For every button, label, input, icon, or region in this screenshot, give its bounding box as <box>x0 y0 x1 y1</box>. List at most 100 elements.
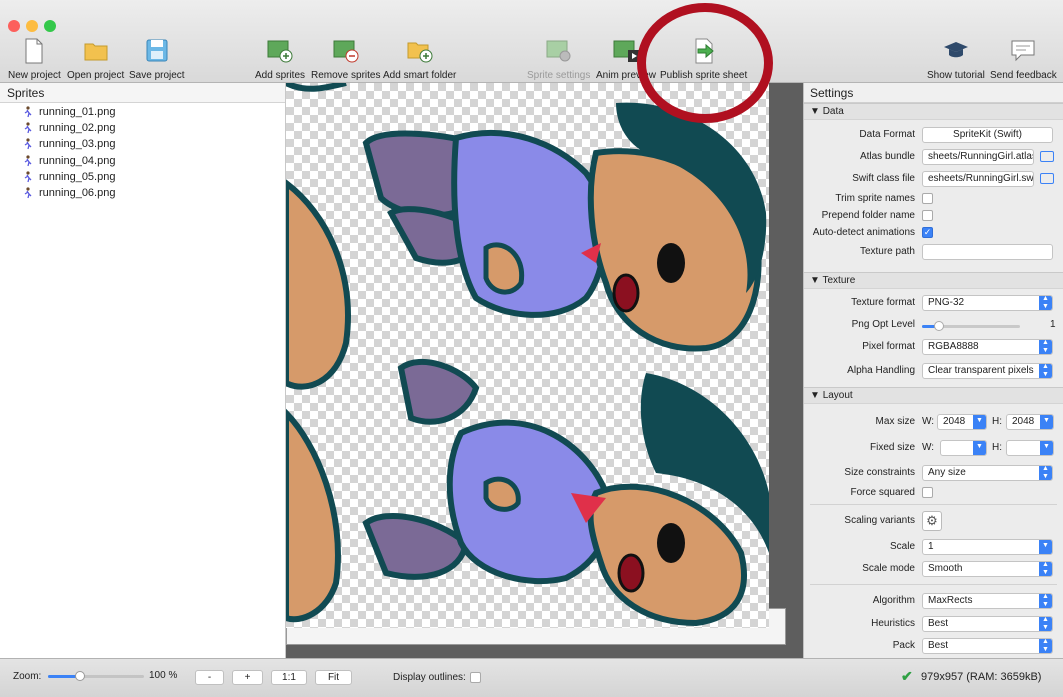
trim-names-checkbox[interactable] <box>922 193 933 204</box>
auto-detect-row: Auto-detect animations ✓ <box>804 225 1063 242</box>
trim-names-label: Trim sprite names <box>835 193 915 204</box>
pack-value: Best <box>928 640 949 651</box>
sprite-list-item[interactable]: running_04.png <box>0 153 285 169</box>
algorithm-label: Algorithm <box>872 595 915 606</box>
scaling-variants-label: Scaling variants <box>844 515 915 526</box>
max-width-value: 2048 <box>943 416 966 427</box>
texture-path-label: Texture path <box>859 246 915 257</box>
texture-path-row: Texture path <box>804 242 1063 264</box>
data-section-label: Data <box>822 106 844 117</box>
settings-panel: Settings ▼ Data Data Format SpriteKit (S… <box>803 83 1063 658</box>
max-height-select[interactable]: 2048 ▼ <box>1006 414 1054 430</box>
force-squared-row: Force squared <box>804 483 1063 503</box>
prepend-folder-row: Prepend folder name <box>804 208 1063 225</box>
sprite-settings-button[interactable]: Sprite settings <box>527 38 590 81</box>
minimize-window-button[interactable] <box>26 20 38 32</box>
slider-knob[interactable] <box>934 321 944 331</box>
prepend-folder-checkbox[interactable] <box>922 210 933 221</box>
fixed-size-label: Fixed size <box>869 442 915 453</box>
save-project-label: Save project <box>129 70 185 81</box>
png-opt-slider[interactable] <box>922 321 1020 331</box>
running-figure-icon <box>24 154 32 166</box>
prepend-folder-label: Prepend folder name <box>821 210 915 221</box>
max-width-select[interactable]: 2048 ▼ <box>937 414 987 430</box>
force-squared-checkbox[interactable] <box>922 487 933 498</box>
auto-detect-checkbox[interactable]: ✓ <box>922 227 933 238</box>
texture-path-field[interactable] <box>922 244 1053 260</box>
zoom-slider[interactable] <box>48 671 144 681</box>
folder-icon[interactable] <box>1040 151 1054 162</box>
new-project-label: New project <box>8 70 61 81</box>
scale-select[interactable]: 1 ▼ <box>922 539 1053 555</box>
show-tutorial-button[interactable]: Show tutorial <box>927 38 985 81</box>
data-section-header[interactable]: ▼ Data <box>804 103 1063 120</box>
close-window-button[interactable] <box>8 20 20 32</box>
texture-section-header[interactable]: ▼ Texture <box>804 272 1063 289</box>
size-constraints-select[interactable]: Any size ▲ ▼ <box>922 465 1053 481</box>
heuristics-select[interactable]: Best ▲ ▼ <box>922 616 1053 632</box>
pixel-format-select[interactable]: RGBA8888 ▲ ▼ <box>922 339 1053 355</box>
alpha-handling-select[interactable]: Clear transparent pixels ▲ ▼ <box>922 363 1053 379</box>
folder-icon[interactable] <box>1040 173 1054 184</box>
zoom-in-button[interactable]: + <box>232 670 263 685</box>
algorithm-row: Algorithm MaxRects ▲ ▼ <box>804 591 1063 614</box>
send-feedback-label: Send feedback <box>990 70 1057 81</box>
display-outlines-label: Display outlines: <box>393 672 466 683</box>
sprite-list-item[interactable]: running_05.png <box>0 169 285 185</box>
display-outlines-checkbox[interactable] <box>470 672 481 683</box>
texture-section-label: Texture <box>822 275 856 286</box>
new-project-button[interactable]: New project <box>8 38 61 81</box>
zoom-fit-button[interactable]: Fit <box>315 670 352 685</box>
atlas-bundle-field[interactable]: sheets/RunningGirl.atlasc <box>922 149 1034 165</box>
sprites-panel: Sprites running_01.png running_02.png ru… <box>0 83 286 658</box>
open-project-label: Open project <box>67 70 125 81</box>
open-project-button[interactable]: Open project <box>67 38 124 81</box>
texture-format-select[interactable]: PNG-32 ▲ ▼ <box>922 295 1053 311</box>
algorithm-value: MaxRects <box>928 595 973 606</box>
pack-select[interactable]: Best ▲ ▼ <box>922 638 1053 654</box>
checkmark-icon: ✔ <box>901 668 913 684</box>
fixed-height-select[interactable]: ▼ <box>1006 440 1054 456</box>
algorithm-select[interactable]: MaxRects ▲ ▼ <box>922 593 1053 609</box>
pixel-format-label: Pixel format <box>862 341 915 352</box>
swift-class-field[interactable]: esheets/RunningGirl.swift <box>922 171 1034 187</box>
zoom-value: 100 % <box>149 670 178 681</box>
scale-mode-label: Scale mode <box>862 563 915 574</box>
atlas-bundle-label: Atlas bundle <box>859 151 915 162</box>
send-feedback-button[interactable]: Send feedback <box>990 38 1057 81</box>
sprite-list-item[interactable]: running_02.png <box>0 120 285 136</box>
gear-icon[interactable]: ⚙ <box>922 511 942 531</box>
zoom-window-button[interactable] <box>44 20 56 32</box>
chevron-down-icon: ▼ <box>1040 415 1053 429</box>
png-opt-label: Png Opt Level <box>851 319 915 330</box>
zoom-out-button[interactable]: - <box>195 670 224 685</box>
running-figure-icon <box>24 187 32 199</box>
force-squared-label: Force squared <box>850 487 915 498</box>
layout-section-header[interactable]: ▼ Layout <box>804 387 1063 404</box>
size-constraints-label: Size constraints <box>844 467 915 478</box>
add-sprites-button[interactable]: Add sprites <box>255 38 305 81</box>
size-constraints-row: Size constraints Any size ▲ ▼ <box>804 463 1063 483</box>
slider-knob[interactable] <box>74 671 85 681</box>
sprite-list-item[interactable]: running_01.png <box>0 104 285 120</box>
zoom-actual-size-button[interactable]: 1:1 <box>271 670 307 685</box>
save-project-button[interactable]: Save project <box>129 38 185 81</box>
sprite-sheet-canvas[interactable] <box>286 83 803 658</box>
fixed-size-row: Fixed size W: ▼ H: ▼ <box>804 438 1063 463</box>
status-bar: Zoom: 100 % - + 1:1 Fit Display outlines… <box>0 658 1063 697</box>
max-width-label: W: <box>922 416 935 427</box>
remove-sprites-button[interactable]: Remove sprites <box>311 38 380 81</box>
sprite-list-item[interactable]: running_06.png <box>0 185 285 201</box>
fixed-width-select[interactable]: ▼ <box>940 440 987 456</box>
scale-mode-select[interactable]: Smooth ▲ ▼ <box>922 561 1053 577</box>
data-format-field[interactable]: SpriteKit (Swift) <box>922 127 1053 143</box>
png-opt-value: 1 <box>1050 319 1056 330</box>
scale-label: Scale <box>889 541 915 552</box>
sprite-list-item[interactable]: running_03.png <box>0 136 285 152</box>
running-figure-icon <box>24 171 32 182</box>
swift-class-row: Swift class file esheets/RunningGirl.swi… <box>804 169 1063 191</box>
add-smart-folder-button[interactable]: Add smart folder <box>383 38 456 81</box>
running-girl-sprites <box>286 83 769 627</box>
select-arrows-icon: ▲ ▼ <box>1039 364 1052 378</box>
add-sprites-label: Add sprites <box>255 70 306 81</box>
